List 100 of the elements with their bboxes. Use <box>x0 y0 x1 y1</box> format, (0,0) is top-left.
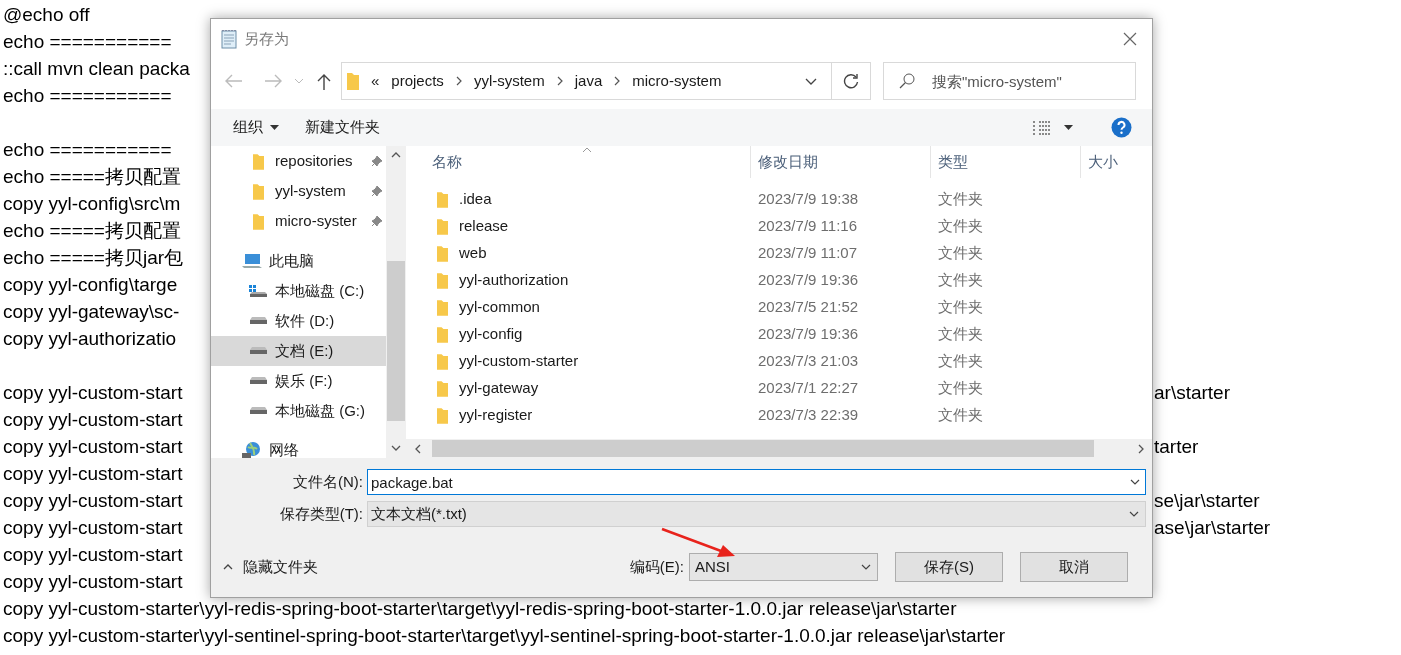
code-line: echo =====拷贝配置 <box>3 219 181 243</box>
nav-item[interactable]: 网络 <box>211 435 386 465</box>
code-line: copy yyl-config\targe <box>3 273 178 297</box>
drive-icon <box>248 284 268 298</box>
address-bar[interactable]: « projects yyl-system java micro-system <box>341 62 871 100</box>
help-icon[interactable] <box>1111 117 1132 138</box>
chevron-icon[interactable] <box>556 76 563 86</box>
close-icon[interactable] <box>1123 32 1137 46</box>
file-row[interactable]: yyl-custom-starter 2023/7/3 21:03 文件夹 <box>406 348 1152 375</box>
address-dropdown-icon[interactable] <box>805 77 817 85</box>
nav-item[interactable]: 本地磁盘 (C:) <box>211 276 386 306</box>
breadcrumb-item[interactable]: java <box>574 69 603 93</box>
save-button[interactable]: 保存(S) <box>895 552 1003 582</box>
code-line: tarter <box>1154 435 1199 459</box>
dropdown-caret-icon <box>861 564 871 570</box>
hide-folders-button[interactable]: 隐藏文件夹 <box>223 555 318 579</box>
refresh-icon[interactable] <box>843 73 859 89</box>
chevron-icon[interactable] <box>455 76 462 86</box>
computer-icon <box>242 253 262 269</box>
code-line: copy yyl-custom-start <box>3 516 183 540</box>
overflow-chevron[interactable]: « <box>371 69 380 93</box>
folder-icon <box>437 272 448 289</box>
column-header[interactable]: 类型 <box>931 146 1081 178</box>
code-line: copy yyl-gateway\sc- <box>3 300 180 324</box>
folder-icon <box>347 72 359 90</box>
nav-item[interactable]: micro-syster <box>211 206 386 236</box>
scrollbar-thumb[interactable] <box>387 261 405 421</box>
file-row[interactable]: yyl-gateway 2023/7/1 22:27 文件夹 <box>406 375 1152 402</box>
search-icon <box>899 73 915 89</box>
folder-icon <box>437 380 448 397</box>
code-line: copy yyl-custom-start <box>3 543 183 567</box>
file-row[interactable]: web 2023/7/9 11:07 文件夹 <box>406 240 1152 267</box>
code-line: se\jar\starter <box>1154 489 1260 513</box>
nav-item[interactable]: 软件 (D:) <box>211 306 386 336</box>
search-field[interactable]: 搜索"micro-system" <box>883 62 1136 100</box>
code-line: echo =========== <box>3 138 172 162</box>
drive-icon <box>248 316 268 326</box>
folder-icon <box>437 218 448 235</box>
code-line: echo =========== <box>3 30 172 54</box>
notepad-icon <box>220 29 238 49</box>
globe-icon <box>242 441 262 459</box>
code-line: copy yyl-custom-start <box>3 381 183 405</box>
code-line: @echo off <box>3 3 90 27</box>
file-type-label: 保存类型(T): <box>278 503 363 524</box>
code-line: ar\starter <box>1154 381 1231 405</box>
nav-item[interactable]: 本地磁盘 (G:) <box>211 396 386 426</box>
code-line: copy yyl-custom-starter\yyl-sentinel-spring-boot-starter\target\yyl-sentinel-spring-boot-starter-1.0.0.jar release\jar\starter <box>3 624 1006 648</box>
nav-item[interactable]: 娱乐 (F:) <box>211 366 386 396</box>
file-row[interactable]: yyl-common 2023/7/5 21:52 文件夹 <box>406 294 1152 321</box>
folder-icon <box>437 191 448 208</box>
horizontal-scrollbar[interactable] <box>406 439 1152 458</box>
file-type-dropdown[interactable]: 文本文档(*.txt) <box>367 501 1146 527</box>
file-row[interactable]: release 2023/7/9 11:16 文件夹 <box>406 213 1152 240</box>
folder-icon <box>437 353 448 370</box>
organize-button[interactable]: 组织 <box>223 112 289 143</box>
vertical-scrollbar[interactable] <box>386 146 406 458</box>
cancel-button[interactable]: 取消 <box>1020 552 1128 582</box>
scroll-down-icon[interactable] <box>391 445 401 451</box>
file-row[interactable]: yyl-register 2023/7/3 22:39 文件夹 <box>406 402 1152 429</box>
breadcrumb-item[interactable]: micro-system <box>632 69 722 93</box>
nav-item[interactable]: yyl-system <box>211 176 386 206</box>
new-folder-button[interactable]: 新建文件夹 <box>295 112 390 143</box>
code-line: copy yyl-custom-starter\yyl-redis-spring-boot-starter\target\yyl-redis-spring-boot-starter-1.0.0.jar release\jar\starter <box>3 597 957 621</box>
chevron-icon[interactable] <box>614 76 621 86</box>
dropdown-caret-icon <box>1129 511 1139 517</box>
encoding-dropdown[interactable]: ANSI <box>689 553 878 581</box>
drive-icon <box>248 406 268 416</box>
code-line: copy yyl-custom-start <box>3 408 183 432</box>
dropdown-caret-icon[interactable] <box>1130 479 1140 485</box>
column-header[interactable]: 修改日期 <box>751 146 931 178</box>
view-dropdown-icon[interactable] <box>1064 125 1073 130</box>
code-line: copy yyl-custom-start <box>3 570 183 594</box>
code-line: copy yyl-authorizatio <box>3 327 177 351</box>
view-icon[interactable] <box>1032 119 1052 136</box>
nav-item[interactable]: 文档 (E:) <box>211 336 386 366</box>
breadcrumb-item[interactable]: projects <box>391 69 444 93</box>
breadcrumb-item[interactable]: yyl-system <box>473 69 545 93</box>
code-line: copy yyl-custom-start <box>3 489 183 513</box>
caret-icon <box>223 564 233 570</box>
drive-icon <box>248 376 268 386</box>
scroll-right-icon[interactable] <box>1138 443 1144 454</box>
folder-icon <box>437 326 448 343</box>
filename-field[interactable]: package.bat <box>367 469 1146 495</box>
file-row[interactable]: yyl-authorization 2023/7/9 19:36 文件夹 <box>406 267 1152 294</box>
file-row[interactable]: yyl-config 2023/7/9 19:36 文件夹 <box>406 321 1152 348</box>
folder-icon <box>437 299 448 316</box>
nav-item[interactable]: 此电脑 <box>211 246 386 276</box>
file-row[interactable]: .idea 2023/7/9 19:38 文件夹 <box>406 186 1152 213</box>
code-line: copy yyl-config\src\m <box>3 192 181 216</box>
column-header[interactable]: 大小 <box>1081 146 1152 178</box>
code-line: echo =====拷贝配置 <box>3 165 181 189</box>
scroll-up-icon[interactable] <box>391 152 401 158</box>
scroll-left-icon[interactable] <box>415 443 421 454</box>
nav-item[interactable]: repositories <box>211 146 386 176</box>
scrollbar-thumb[interactable] <box>432 440 1094 457</box>
drive-icon <box>248 346 268 356</box>
code-line: echo =========== <box>3 84 172 108</box>
up-icon[interactable] <box>317 72 331 90</box>
column-header[interactable]: 名称 <box>406 146 751 178</box>
code-line: ::call mvn clean packa <box>3 57 190 81</box>
